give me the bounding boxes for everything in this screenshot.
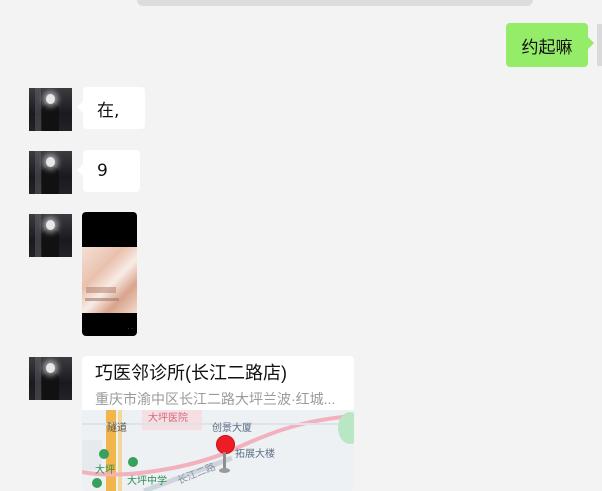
- avatar-flash: [46, 220, 55, 230]
- message-text: 在,: [97, 100, 120, 121]
- message-text: 约起嘛: [521, 37, 573, 58]
- map-label-hospital: 大坪医院: [148, 413, 188, 424]
- location-title: 巧医邻诊所(长江二路店): [95, 363, 287, 383]
- avatar-glare: [35, 151, 41, 194]
- avatar[interactable]: [29, 151, 72, 194]
- location-address: 重庆市渝中区长江二路大坪兰波·红城...: [95, 391, 336, 407]
- top-divider-bar: [137, 0, 533, 6]
- location-message-card[interactable]: 巧医邻诊所(长江二路店) 重庆市渝中区长江二路大坪兰波·红城... 大坪医院 创…: [82, 356, 354, 491]
- avatar[interactable]: [29, 88, 72, 131]
- image-detail: [85, 298, 119, 301]
- avatar-flash: [46, 363, 55, 373]
- outgoing-message-bubble[interactable]: 约起嘛: [506, 23, 594, 67]
- map-label-tunnel: 隧道: [107, 423, 127, 434]
- map-pin-base: [219, 468, 230, 473]
- map-label-school: 大坪中学: [127, 476, 167, 487]
- location-map: 大坪医院 创景大厦 拓展大楼 隧道 大坪 大坪中学 长江二路: [82, 410, 354, 491]
- message-text: 9: [97, 161, 108, 181]
- incoming-message-bubble[interactable]: 9: [77, 150, 140, 192]
- metro-icon: [92, 478, 102, 488]
- image-corner-mark: · ·: [127, 326, 133, 333]
- school-icon: [128, 457, 138, 467]
- avatar[interactable]: [29, 214, 72, 257]
- image-content: [82, 247, 137, 313]
- map-label-building: 创景大厦: [212, 423, 252, 434]
- avatar-glare: [35, 357, 41, 400]
- image-detail: [86, 287, 116, 293]
- avatar-figure: [42, 230, 59, 257]
- avatar-flash: [46, 94, 55, 104]
- image-message[interactable]: · ·: [82, 212, 137, 336]
- avatar-glare: [35, 88, 41, 131]
- map-label-building: 拓展大楼: [235, 449, 275, 460]
- map-label-station: 大坪: [95, 465, 115, 476]
- scrollbar[interactable]: [597, 24, 602, 66]
- avatar-glare: [35, 214, 41, 257]
- avatar-flash: [46, 157, 55, 167]
- avatar-figure: [42, 104, 59, 131]
- incoming-message-bubble[interactable]: 在,: [77, 87, 145, 129]
- metro-icon: [99, 449, 109, 459]
- avatar-figure: [42, 167, 59, 194]
- avatar-figure: [42, 373, 59, 400]
- avatar[interactable]: [29, 357, 72, 400]
